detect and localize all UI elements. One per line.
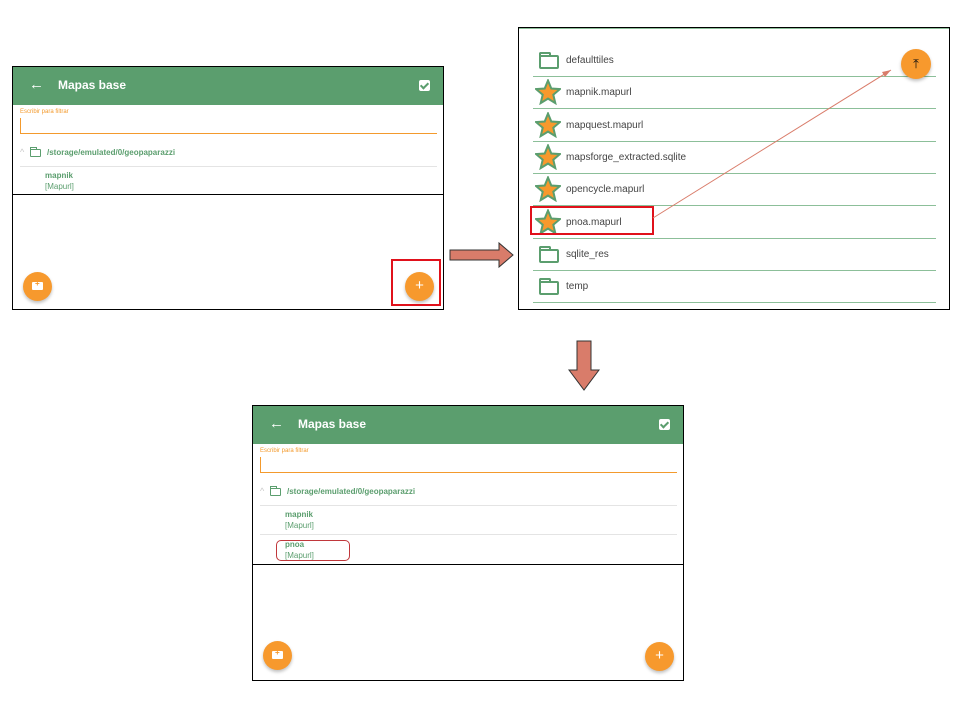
folder-icon [270, 486, 281, 496]
tutorial-figure: ← Mapas base Escribir para filtrar ^ /st… [0, 0, 960, 720]
entry-type: [Mapurl] [45, 182, 74, 191]
flow-arrow-down [568, 340, 600, 391]
filter-input[interactable] [20, 118, 437, 134]
highlight-box [391, 259, 441, 306]
flow-arrow-right [449, 241, 514, 269]
file-chooser-screen: defaulttiles mapnik.mapurl mapquest.mapurl… [518, 27, 950, 310]
add-folder-button[interactable] [23, 272, 52, 301]
arrow-left-icon[interactable]: ← [29, 76, 44, 94]
filter-input[interactable] [260, 457, 677, 473]
divider [260, 505, 677, 506]
folder-icon [30, 147, 41, 157]
app-bar: ← Mapas base [13, 67, 443, 105]
mapas-base-screen-after: ← Mapas base Escribir para filtrar ^ /st… [252, 405, 684, 681]
checkbox-checked-icon[interactable] [659, 419, 670, 430]
entry-name: mapnik [285, 510, 314, 519]
add-folder-icon [272, 648, 283, 659]
divider [13, 194, 443, 195]
list-item[interactable]: mapnik [Mapurl] [45, 170, 74, 192]
page-title: Mapas base [58, 78, 127, 92]
arrow-left-icon[interactable]: ← [269, 415, 284, 433]
page-title: Mapas base [298, 417, 367, 431]
path-text: /storage/emulated/0/geopaparazzi [47, 148, 176, 157]
divider [20, 166, 437, 167]
filter-label: Escribir para filtrar [260, 448, 309, 454]
checkbox-checked-icon[interactable] [419, 80, 430, 91]
app-bar: ← Mapas base [253, 406, 683, 444]
chevron-up-icon[interactable]: ^ [260, 486, 264, 496]
entry-type: [Mapurl] [285, 521, 314, 530]
entry-name: mapnik [45, 171, 74, 180]
pointer-line [652, 69, 892, 219]
add-button[interactable]: + [645, 642, 674, 671]
plus-icon: + [655, 647, 664, 664]
path-text: /storage/emulated/0/geopaparazzi [287, 487, 416, 496]
divider [253, 564, 683, 565]
filter-label: Escribir para filtrar [20, 109, 69, 115]
mapas-base-screen-before: ← Mapas base Escribir para filtrar ^ /st… [12, 66, 444, 310]
list-item[interactable]: mapnik [Mapurl] [285, 509, 314, 531]
highlight-box [276, 540, 350, 561]
chevron-up-icon[interactable]: ^ [20, 147, 24, 157]
add-folder-icon [32, 279, 43, 290]
add-folder-button[interactable] [263, 641, 292, 670]
divider [260, 534, 677, 535]
